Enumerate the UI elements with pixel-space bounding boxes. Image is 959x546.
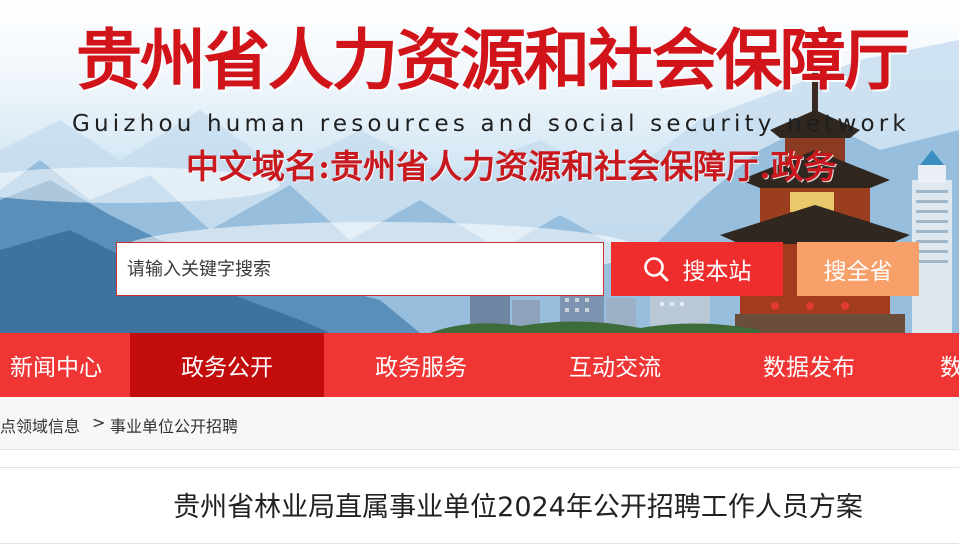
site-subtitle-english: Guizhou human resources and social secur… bbox=[72, 111, 910, 137]
nav-item-truncated[interactable]: 数 bbox=[940, 333, 959, 397]
nav-item-interaction[interactable]: 互动交流 bbox=[518, 333, 712, 397]
breadcrumb-item-key-areas[interactable]: 点领域信息 bbox=[0, 413, 80, 437]
breadcrumb-separator: > bbox=[92, 413, 106, 432]
search-site-button[interactable]: 搜本站 bbox=[611, 242, 783, 296]
search-province-label: 搜全省 bbox=[823, 259, 893, 285]
nav-item-data-release[interactable]: 数据发布 bbox=[712, 333, 906, 397]
nav-item-news-center[interactable]: 新闻中心 bbox=[0, 333, 130, 397]
nav-item-government-affairs[interactable]: 政务公开 bbox=[130, 333, 324, 397]
nav-item-government-services[interactable]: 政务服务 bbox=[324, 333, 518, 397]
site-title: 贵州省人力资源和社会保障厅 bbox=[76, 21, 910, 99]
search-site-label: 搜本站 bbox=[682, 259, 752, 285]
search-icon bbox=[643, 257, 668, 282]
main-nav: 新闻中心 政务公开 政务服务 互动交流 数据发布 数 bbox=[0, 333, 959, 397]
search-input[interactable] bbox=[117, 243, 603, 295]
header-banner: 贵州省人力资源和社会保障厅 Guizhou human resources an… bbox=[0, 0, 959, 333]
breadcrumb-item-recruitment[interactable]: 事业单位公开招聘 bbox=[110, 413, 238, 437]
divider bbox=[0, 467, 959, 468]
breadcrumb: 点领域信息 > 事业单位公开招聘 bbox=[0, 397, 959, 450]
search-province-button[interactable]: 搜全省 bbox=[797, 242, 919, 296]
search-box[interactable] bbox=[116, 242, 604, 296]
chinese-domain-text: 中文域名:贵州省人力资源和社会保障厅.政务 bbox=[186, 147, 837, 186]
divider bbox=[0, 543, 959, 544]
article-title: 贵州省林业局直属事业单位2024年公开招聘工作人员方案 bbox=[173, 492, 863, 523]
